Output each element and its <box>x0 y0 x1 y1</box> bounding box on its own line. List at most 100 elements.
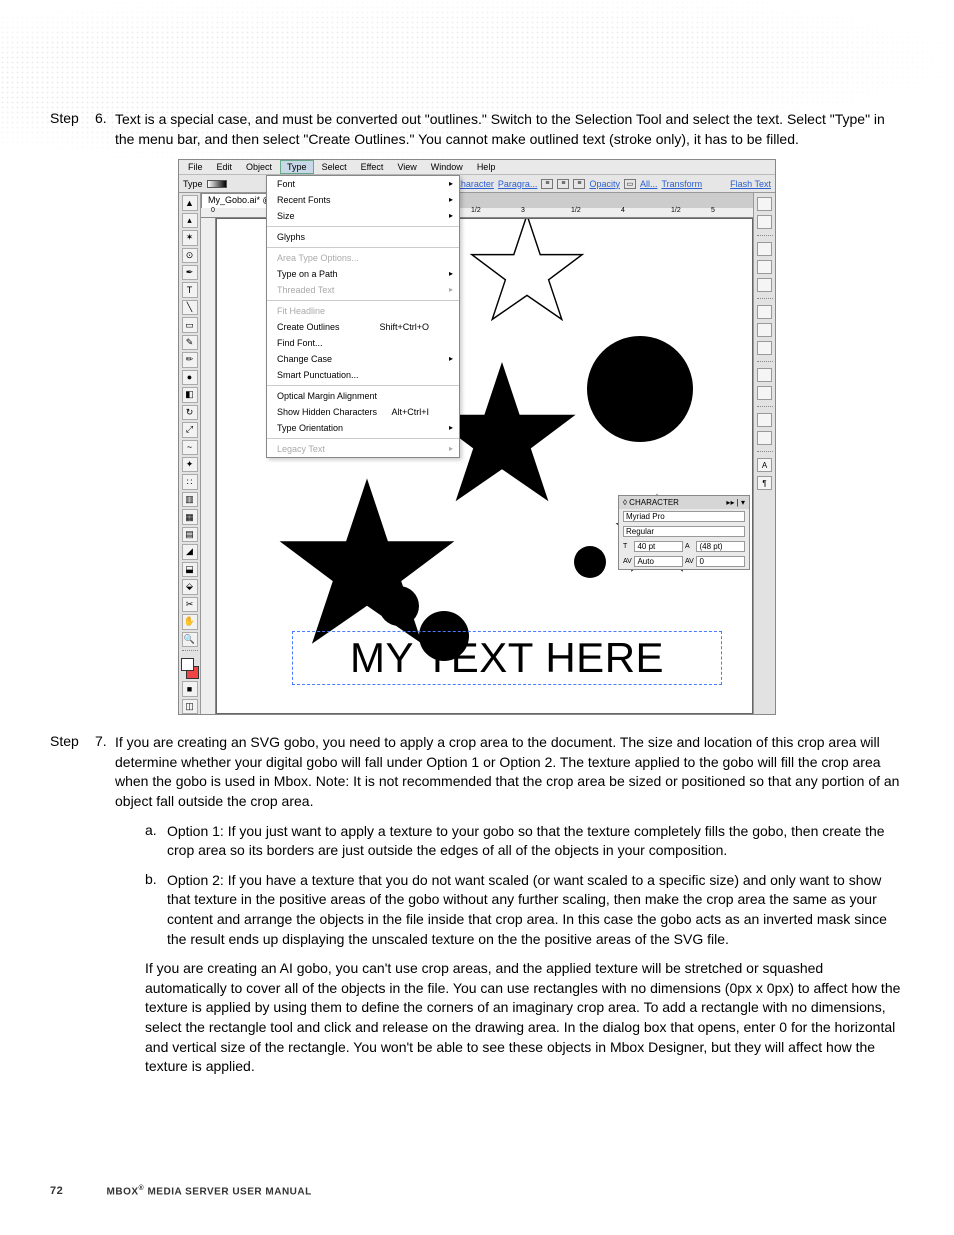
panel-icon[interactable] <box>757 215 772 229</box>
menu-find-font[interactable]: Find Font... <box>267 335 459 351</box>
font-size-icon: T <box>623 543 632 550</box>
align-right-icon[interactable]: ≡ <box>573 179 585 189</box>
symbol-spray-icon[interactable]: ∷ <box>182 474 198 489</box>
menu-font[interactable]: Font <box>267 176 459 192</box>
fill-stroke-swatch[interactable] <box>181 658 199 679</box>
menu-type-on-path[interactable]: Type on a Path <box>267 266 459 282</box>
opacity-link[interactable]: Opacity <box>589 179 620 189</box>
flash-text-link[interactable]: Flash Text <box>730 179 771 189</box>
menu-file[interactable]: File <box>182 161 209 173</box>
character-panel[interactable]: ◊ CHARACTER ▸▸ | ▾ T A AV AV <box>618 495 750 570</box>
closing-paragraph: If you are creating an AI gobo, you can'… <box>145 959 904 1077</box>
canvas-text-frame[interactable]: MY TEXT HERE <box>292 631 722 685</box>
zoom-icon[interactable]: 🔍 <box>182 632 198 647</box>
menu-glyphs[interactable]: Glyphs <box>267 229 459 245</box>
menu-select[interactable]: Select <box>316 161 353 173</box>
panel-icon[interactable] <box>757 368 772 382</box>
lasso-icon[interactable]: ⊙ <box>182 248 198 263</box>
panel-icon[interactable] <box>757 413 772 427</box>
transform-link[interactable]: Transform <box>661 179 702 189</box>
menu-window[interactable]: Window <box>425 161 469 173</box>
menu-change-case[interactable]: Change Case <box>267 351 459 367</box>
star-outline-icon <box>467 218 587 329</box>
menu-show-hidden[interactable]: Show Hidden CharactersAlt+Ctrl+I <box>267 404 459 420</box>
warp-icon[interactable]: ~ <box>182 440 198 455</box>
menu-effect[interactable]: Effect <box>355 161 390 173</box>
option-a-row: a. Option 1: If you just want to apply a… <box>145 822 904 861</box>
all-link[interactable]: All... <box>640 179 658 189</box>
character-link[interactable]: Character <box>454 179 494 189</box>
font-family-input[interactable] <box>623 511 745 522</box>
mesh-icon[interactable]: ▦ <box>182 509 198 524</box>
brush-icon[interactable]: ✎ <box>182 335 198 350</box>
pencil-icon[interactable]: ✏ <box>182 352 198 367</box>
kerning-input[interactable] <box>634 556 683 567</box>
menu-recent-fonts[interactable]: Recent Fonts <box>267 192 459 208</box>
align-left-icon[interactable]: ≡ <box>541 179 553 189</box>
step-number: 6. <box>95 110 115 149</box>
menu-edit[interactable]: Edit <box>211 161 239 173</box>
paragraph-panel-icon[interactable]: ¶ <box>757 476 772 490</box>
scale-icon[interactable]: ⤢ <box>182 422 198 437</box>
option-a-text: Option 1: If you just want to apply a te… <box>167 822 904 861</box>
doc-icon[interactable]: ▭ <box>624 179 636 189</box>
circle-small-2-icon <box>377 584 421 628</box>
kerning-icon: AV <box>623 558 632 565</box>
panel-icon[interactable] <box>757 197 772 211</box>
step-number: 7. <box>95 733 115 811</box>
selection-tool-icon[interactable]: ▲ <box>182 195 198 210</box>
step-label: Step <box>50 733 95 811</box>
pen-icon[interactable]: ✒ <box>182 265 198 280</box>
paragraph-link[interactable]: Paragra... <box>498 179 538 189</box>
eyedropper-icon[interactable]: ◢ <box>182 544 198 559</box>
leading-input[interactable] <box>696 541 745 552</box>
panel-icon[interactable] <box>757 278 772 292</box>
right-panel-dock: A ¶ <box>753 193 775 714</box>
wand-icon[interactable]: ✶ <box>182 230 198 245</box>
gradient-icon[interactable]: ▤ <box>182 527 198 542</box>
tracking-input[interactable] <box>696 556 745 567</box>
menu-object[interactable]: Object <box>240 161 278 173</box>
font-size-input[interactable] <box>634 541 683 552</box>
page-number: 72 <box>50 1185 63 1197</box>
align-center-icon[interactable]: ≡ <box>557 179 569 189</box>
eraser-icon[interactable]: ◧ <box>182 387 198 402</box>
menu-type[interactable]: Type <box>280 160 314 174</box>
menu-optical-margin[interactable]: Optical Margin Alignment <box>267 388 459 404</box>
free-transform-icon[interactable]: ✦ <box>182 457 198 472</box>
panel-icon[interactable] <box>757 242 772 256</box>
step-6-text: Text is a special case, and must be conv… <box>115 110 904 149</box>
panel-icon[interactable] <box>757 386 772 400</box>
live-paint-icon[interactable]: ⬙ <box>182 579 198 594</box>
panel-icon[interactable] <box>757 305 772 319</box>
panel-icon[interactable] <box>757 260 772 274</box>
rect-tool-icon[interactable]: ▭ <box>182 317 198 332</box>
color-mode-icon[interactable]: ■ <box>182 681 198 696</box>
swatch-icon[interactable] <box>207 180 227 188</box>
option-b-row: b. Option 2: If you have a texture that … <box>145 871 904 949</box>
font-style-input[interactable] <box>623 526 745 537</box>
panel-icon[interactable] <box>757 323 772 337</box>
slice-icon[interactable]: ✂ <box>182 597 198 612</box>
menu-type-orientation[interactable]: Type Orientation <box>267 420 459 436</box>
graph-icon[interactable]: ▥ <box>182 492 198 507</box>
type-tool-icon[interactable]: T <box>182 282 198 297</box>
vertical-ruler <box>201 218 216 714</box>
menu-smart-punctuation[interactable]: Smart Punctuation... <box>267 367 459 383</box>
panel-icon[interactable] <box>757 431 772 445</box>
screen-mode-icon[interactable]: ◫ <box>182 699 198 714</box>
panel-menu-icon[interactable]: ▸▸ | ▾ <box>726 498 745 507</box>
menu-create-outlines[interactable]: Create OutlinesShift+Ctrl+O <box>267 319 459 335</box>
rotate-icon[interactable]: ↻ <box>182 405 198 420</box>
menu-view[interactable]: View <box>391 161 422 173</box>
direct-select-icon[interactable]: ▴ <box>182 213 198 228</box>
blend-icon[interactable]: ⬓ <box>182 562 198 577</box>
blob-icon[interactable]: ● <box>182 370 198 385</box>
hand-icon[interactable]: ✋ <box>182 614 198 629</box>
panel-icon[interactable] <box>757 341 772 355</box>
menu-size[interactable]: Size <box>267 208 459 224</box>
line-tool-icon[interactable]: ╲ <box>182 300 198 315</box>
leading-icon: A <box>685 543 694 550</box>
menu-help[interactable]: Help <box>471 161 502 173</box>
character-panel-icon[interactable]: A <box>757 458 772 472</box>
